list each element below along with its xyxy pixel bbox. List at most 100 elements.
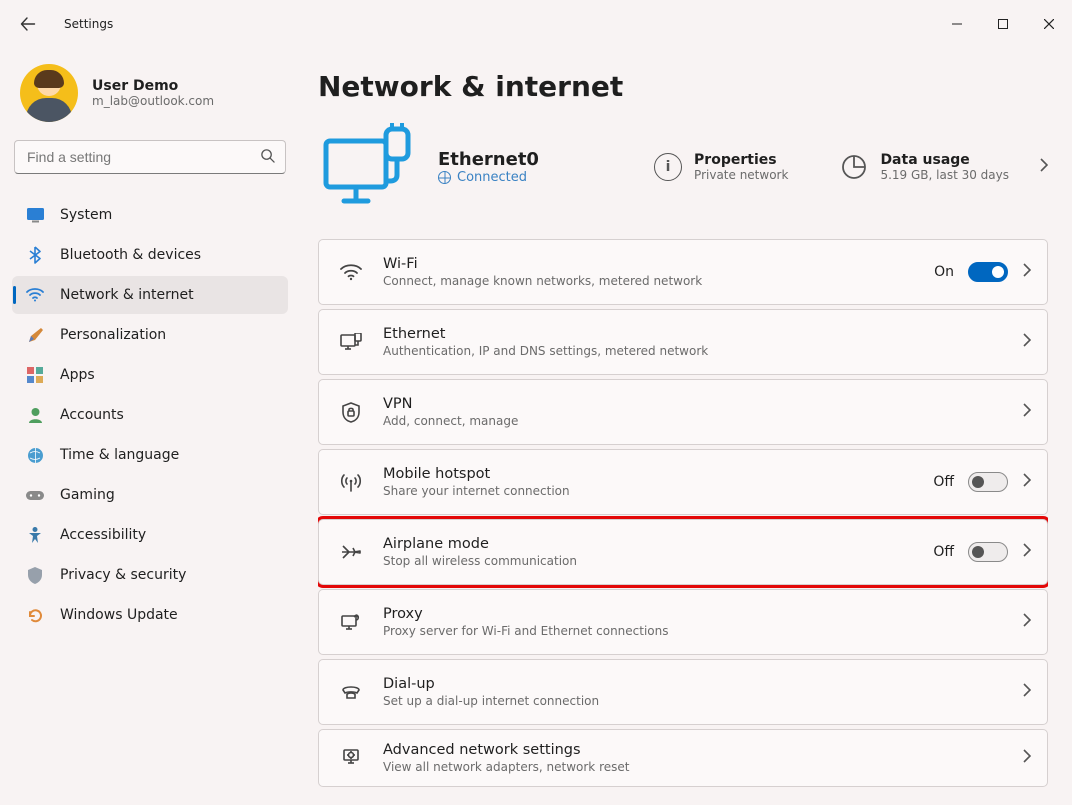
apps-icon (26, 366, 44, 384)
wifi-icon (337, 264, 365, 281)
minimize-button[interactable] (934, 8, 980, 40)
shield-lock-icon (337, 402, 365, 423)
card-sub: Connect, manage known networks, metered … (383, 274, 934, 288)
window-controls (934, 8, 1072, 40)
globe-icon (438, 171, 451, 184)
data-usage-sub: 5.19 GB, last 30 days (880, 168, 1009, 182)
card-proxy[interactable]: Proxy Proxy server for Wi-Fi and Etherne… (318, 589, 1048, 655)
sidebar-item-accessibility[interactable]: Accessibility (12, 516, 288, 554)
card-dialup[interactable]: Dial-up Set up a dial-up internet connec… (318, 659, 1048, 725)
sidebar: User Demo m_lab@outlook.com System (0, 48, 300, 805)
card-advanced[interactable]: Advanced network settings View all netwo… (318, 729, 1048, 787)
window-title: Settings (64, 17, 113, 31)
accessibility-icon (26, 526, 44, 544)
sidebar-item-label: Accounts (60, 407, 124, 423)
close-icon (1044, 19, 1054, 29)
card-ethernet[interactable]: Ethernet Authentication, IP and DNS sett… (318, 309, 1048, 375)
sidebar-item-label: Accessibility (60, 527, 146, 543)
data-usage-icon (840, 153, 868, 181)
connection-status-label: Connected (457, 170, 527, 185)
airplane-toggle[interactable] (968, 542, 1008, 562)
card-title: Mobile hotspot (383, 466, 933, 482)
data-usage-title: Data usage (880, 152, 1009, 168)
search-input[interactable] (25, 148, 260, 166)
sidebar-item-bluetooth[interactable]: Bluetooth & devices (12, 236, 288, 274)
sidebar-item-personalization[interactable]: Personalization (12, 316, 288, 354)
hotspot-icon (337, 472, 365, 492)
sidebar-item-system[interactable]: System (12, 196, 288, 234)
main-content: Network & internet Ethernet0 (300, 48, 1072, 805)
titlebar: Settings (0, 0, 1072, 48)
back-button[interactable] (8, 4, 48, 44)
sidebar-item-gaming[interactable]: Gaming (12, 476, 288, 514)
close-button[interactable] (1026, 8, 1072, 40)
card-sub: Set up a dial-up internet connection (383, 694, 1022, 708)
maximize-button[interactable] (980, 8, 1026, 40)
info-icon: i (654, 153, 682, 181)
card-hotspot[interactable]: Mobile hotspot Share your internet conne… (318, 449, 1048, 515)
chevron-right-icon (1022, 613, 1031, 631)
update-icon (26, 606, 44, 624)
card-airplane[interactable]: Airplane mode Stop all wireless communic… (318, 519, 1048, 585)
card-wifi[interactable]: Wi-Fi Connect, manage known networks, me… (318, 239, 1048, 305)
card-sub: Stop all wireless communication (383, 554, 933, 568)
hotspot-toggle[interactable] (968, 472, 1008, 492)
network-adapter-icon (337, 748, 365, 768)
status-row: Ethernet0 Connected i Properties Private… (318, 123, 1048, 211)
profile-name: User Demo (92, 78, 214, 94)
sidebar-item-apps[interactable]: Apps (12, 356, 288, 394)
connection-status: Connected (438, 170, 539, 185)
person-icon (26, 406, 44, 424)
search-box[interactable] (14, 140, 286, 174)
profile-block[interactable]: User Demo m_lab@outlook.com (12, 56, 288, 140)
sidebar-item-accounts[interactable]: Accounts (12, 396, 288, 434)
sidebar-item-label: Personalization (60, 327, 166, 343)
minimize-icon (952, 19, 962, 29)
settings-window: Settings User Demo m_lab@outlook.com (0, 0, 1072, 805)
card-title: Advanced network settings (383, 742, 1022, 758)
wifi-toggle[interactable] (968, 262, 1008, 282)
chevron-right-icon (1022, 263, 1031, 281)
toggle-label: On (934, 264, 954, 280)
sidebar-item-label: Gaming (60, 487, 115, 503)
chevron-right-icon (1022, 333, 1031, 351)
settings-cards: Wi-Fi Connect, manage known networks, me… (318, 239, 1048, 787)
properties-link[interactable]: i Properties Private network (654, 152, 788, 182)
card-sub: Share your internet connection (383, 484, 933, 498)
avatar (20, 64, 78, 122)
globe-clock-icon (26, 446, 44, 464)
sidebar-item-update[interactable]: Windows Update (12, 596, 288, 634)
sidebar-item-network[interactable]: Network & internet (12, 276, 288, 314)
search-icon (260, 148, 275, 167)
gamepad-icon (26, 486, 44, 504)
sidebar-item-label: Privacy & security (60, 567, 186, 583)
card-sub: Add, connect, manage (383, 414, 1022, 428)
shield-icon (26, 566, 44, 584)
bluetooth-icon (26, 246, 44, 264)
card-sub: Authentication, IP and DNS settings, met… (383, 344, 1022, 358)
sidebar-item-label: Time & language (60, 447, 179, 463)
card-title: Proxy (383, 606, 1022, 622)
proxy-icon (337, 613, 365, 631)
chevron-right-icon (1022, 543, 1031, 561)
connection-name: Ethernet0 (438, 149, 539, 170)
card-title: VPN (383, 396, 1022, 412)
sidebar-item-label: Bluetooth & devices (60, 247, 201, 263)
card-vpn[interactable]: VPN Add, connect, manage (318, 379, 1048, 445)
card-title: Airplane mode (383, 536, 933, 552)
paintbrush-icon (26, 326, 44, 344)
sidebar-item-label: Apps (60, 367, 95, 383)
maximize-icon (998, 19, 1008, 29)
card-title: Ethernet (383, 326, 1022, 342)
sidebar-item-label: Network & internet (60, 287, 194, 303)
properties-title: Properties (694, 152, 788, 168)
card-title: Wi-Fi (383, 256, 934, 272)
card-title: Dial-up (383, 676, 1022, 692)
sidebar-item-time[interactable]: Time & language (12, 436, 288, 474)
data-usage-link[interactable]: Data usage 5.19 GB, last 30 days (840, 152, 1048, 182)
wifi-icon (26, 286, 44, 304)
sidebar-item-privacy[interactable]: Privacy & security (12, 556, 288, 594)
page-title: Network & internet (318, 70, 1048, 103)
toggle-label: Off (933, 544, 954, 560)
card-sub: View all network adapters, network reset (383, 760, 1022, 774)
